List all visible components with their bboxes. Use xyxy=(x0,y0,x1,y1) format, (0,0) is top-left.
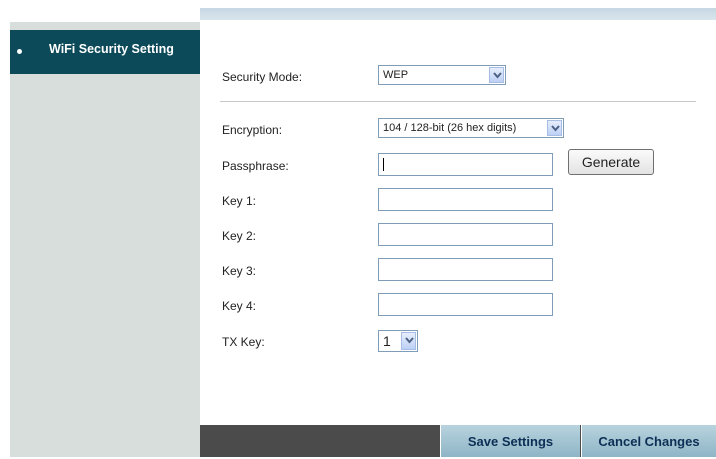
key4-label: Key 4: xyxy=(222,299,257,313)
tx-key-select[interactable]: 1 xyxy=(378,330,418,352)
chevron-down-icon[interactable] xyxy=(489,67,504,83)
encryption-value: 104 / 128-bit (26 hex digits) xyxy=(383,122,517,134)
encryption-select[interactable]: 104 / 128-bit (26 hex digits) xyxy=(378,118,564,138)
chevron-down-icon[interactable] xyxy=(547,120,562,136)
key4-input[interactable] xyxy=(378,293,553,316)
header-bar xyxy=(200,8,716,20)
security-mode-value: WEP xyxy=(383,69,409,81)
security-mode-select[interactable]: WEP xyxy=(378,65,506,85)
save-settings-button[interactable]: Save Settings xyxy=(440,425,580,457)
bullet-dot-icon xyxy=(17,49,22,54)
security-mode-label: Security Mode: xyxy=(222,70,303,84)
encryption-label: Encryption: xyxy=(222,123,283,137)
footer-bar: Save Settings Cancel Changes xyxy=(200,425,716,457)
key1-input[interactable] xyxy=(378,188,553,211)
text-caret xyxy=(383,158,384,171)
sidebar-item-wifi-security-setting[interactable]: WiFi Security Setting xyxy=(10,30,208,74)
sidebar: WiFi Security Setting xyxy=(10,22,208,457)
cancel-changes-button[interactable]: Cancel Changes xyxy=(581,425,716,457)
key2-input[interactable] xyxy=(378,223,553,246)
passphrase-label: Passphrase: xyxy=(222,159,289,173)
key2-label: Key 2: xyxy=(222,229,257,243)
passphrase-input[interactable] xyxy=(378,153,553,176)
top-header-strip xyxy=(10,0,716,22)
key1-label: Key 1: xyxy=(222,194,257,208)
key3-input[interactable] xyxy=(378,258,553,281)
key3-label: Key 3: xyxy=(222,264,257,278)
section-divider xyxy=(220,101,696,102)
sidebar-item-label: WiFi Security Setting xyxy=(49,42,174,56)
tx-key-label: TX Key: xyxy=(222,335,265,349)
main-content: Security Mode: WEP Encryption: 104 / 128… xyxy=(200,20,716,425)
tx-key-value: 1 xyxy=(383,333,391,349)
chevron-down-icon[interactable] xyxy=(401,332,416,350)
generate-button[interactable]: Generate xyxy=(568,149,654,175)
